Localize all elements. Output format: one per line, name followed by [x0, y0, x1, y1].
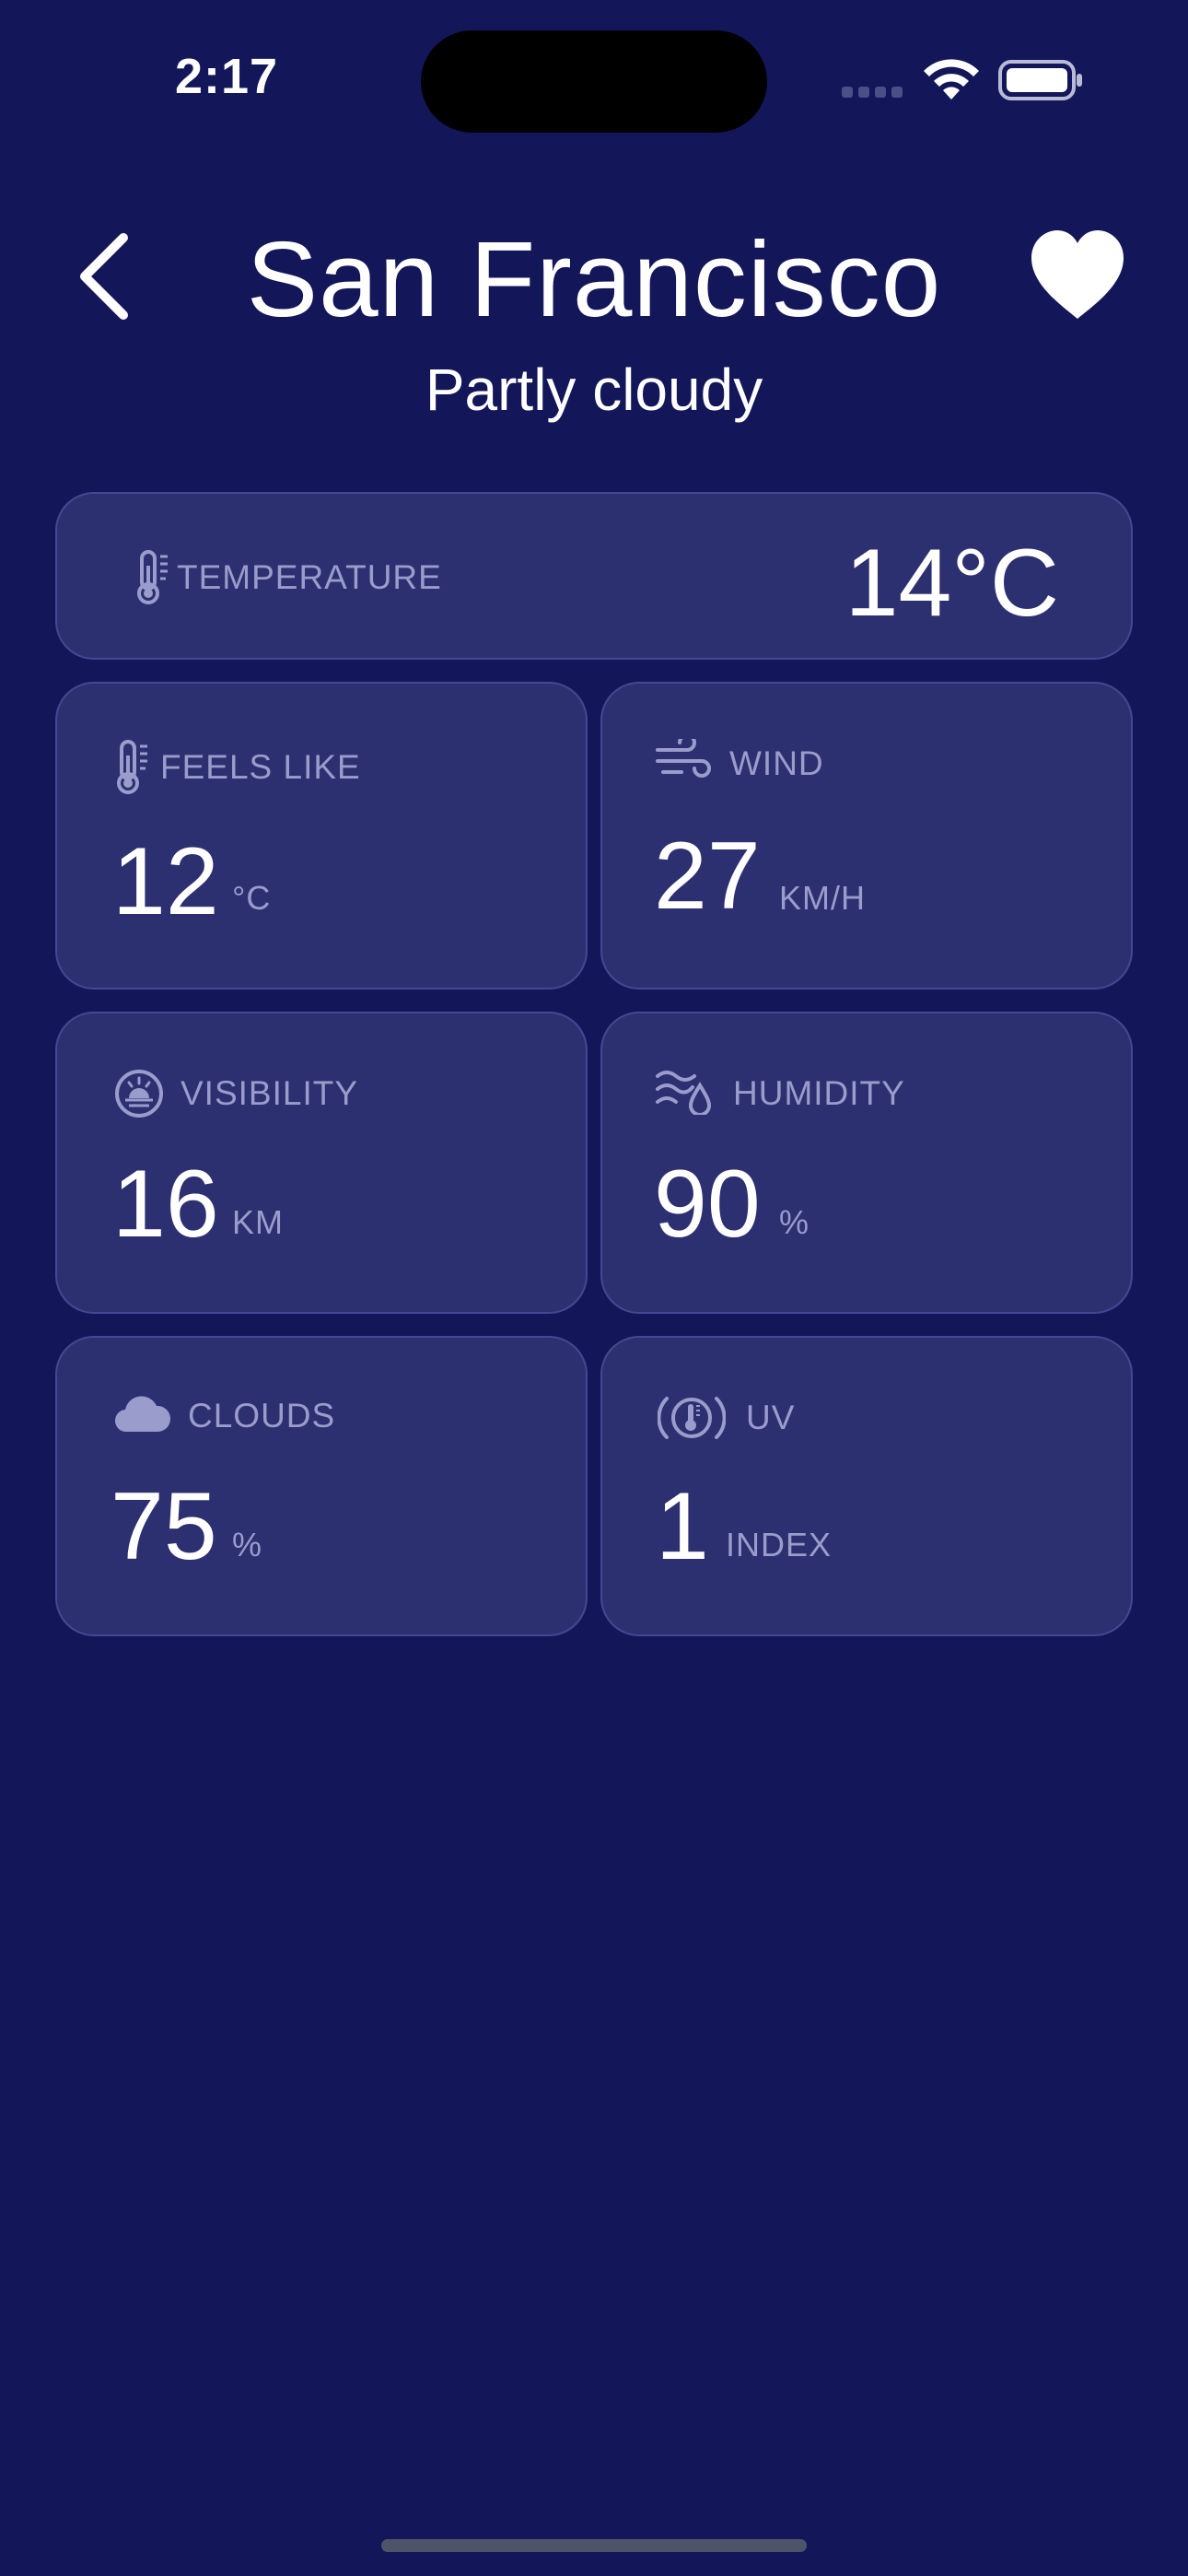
temperature-card: TEMPERATURE 14°C: [55, 492, 1133, 660]
uv-label: UV: [746, 1399, 796, 1436]
clouds-card: CLOUDS 75 %: [55, 1336, 588, 1636]
battery-icon: [998, 60, 1082, 100]
home-indicator[interactable]: [381, 2539, 807, 2552]
humidity-icon: [656, 1071, 712, 1115]
sun-horizon-icon: [115, 1070, 163, 1118]
cellular-signal-icon: [842, 87, 904, 98]
wind-card: WIND 27 KM/H: [600, 682, 1133, 989]
humidity-label: HUMIDITY: [733, 1074, 905, 1112]
feels-like-label: FEELS LIKE: [160, 748, 361, 786]
clouds-value: 75: [111, 1473, 217, 1580]
clouds-label: CLOUDS: [188, 1397, 336, 1434]
wind-value: 27: [654, 823, 761, 930]
heart-icon: [1031, 230, 1124, 319]
feels-like-unit: °C: [232, 879, 272, 917]
wind-icon: [656, 739, 711, 778]
visibility-unit: KM: [232, 1203, 284, 1241]
temperature-label: TEMPERATURE: [177, 558, 442, 596]
status-time: 2:17: [175, 49, 279, 104]
temperature-value: 14°C: [844, 530, 1059, 637]
weather-condition: Partly cloudy: [425, 357, 763, 423]
humidity-card: HUMIDITY 90 %: [600, 1012, 1133, 1314]
clouds-unit: %: [232, 1526, 263, 1563]
uv-gauge-icon: [658, 1397, 726, 1439]
visibility-card: VISIBILITY 16 KM: [55, 1012, 588, 1314]
dynamic-island: [421, 30, 767, 133]
city-title: San Francisco: [246, 219, 942, 339]
wind-label: WIND: [729, 744, 824, 782]
thermometer-icon: [137, 550, 168, 604]
humidity-value: 90: [654, 1151, 761, 1258]
visibility-value: 16: [112, 1151, 219, 1258]
feels-like-value: 12: [112, 828, 219, 935]
favorite-button[interactable]: [1028, 228, 1127, 322]
wifi-icon: [924, 59, 979, 100]
cloud-icon: [114, 1396, 171, 1433]
uv-unit: INDEX: [726, 1526, 833, 1563]
uv-card: UV 1 INDEX: [600, 1336, 1133, 1636]
feels-like-card: FEELS LIKE 12 °C: [55, 682, 588, 989]
uv-value: 1: [656, 1473, 709, 1580]
wind-unit: KM/H: [779, 879, 866, 917]
visibility-label: VISIBILITY: [181, 1074, 359, 1112]
humidity-unit: %: [779, 1203, 810, 1241]
thermometer-icon: [117, 740, 147, 794]
